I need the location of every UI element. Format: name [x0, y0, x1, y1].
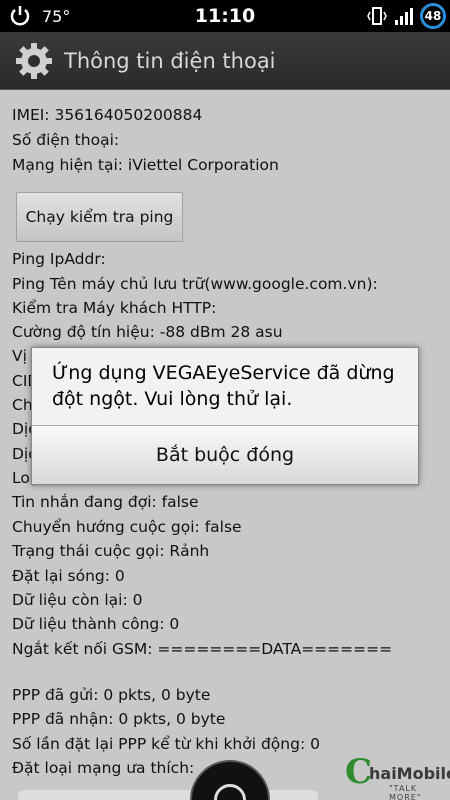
current-network-text: Mạng hiện tại: iViettel Corporation: [12, 156, 279, 174]
battery-percent: 48: [424, 9, 442, 23]
watermark-name: haiMobile: [369, 764, 450, 783]
status-bar: 75° 11:10 48: [0, 0, 450, 32]
radio-resets-text: Đặt lại sóng: 0: [12, 567, 125, 585]
call-state-text: Trạng thái cuộc gọi: Rảnh: [12, 542, 210, 560]
call-forward-text: Chuyển hướng cuộc gọi: false: [12, 518, 242, 536]
message-waiting-text: Tin nhắn đang đợi: false: [12, 493, 199, 511]
partial-line-ch: Ch: [12, 396, 33, 414]
ping-host-text: Ping Tên máy chủ lưu trữ(www.google.com.…: [12, 275, 378, 293]
partial-line-location: Vị: [12, 347, 27, 365]
home-ring-icon: [214, 784, 246, 800]
battery-level: 48: [420, 3, 446, 29]
watermark-tagline: "TALK MORE": [389, 784, 422, 800]
app-title-bar: Thông tin điện thoại: [0, 32, 450, 90]
signal-strength-text: Cường độ tín hiệu: -88 dBm 28 asu: [12, 323, 283, 341]
watermark-logo: C haiMobile "TALK MORE": [345, 752, 450, 800]
run-ping-test-button[interactable]: Chạy kiểm tra ping: [16, 192, 183, 242]
page-title: Thông tin điện thoại: [64, 48, 276, 73]
force-close-button[interactable]: Bắt buộc đóng: [32, 426, 418, 484]
dialog-message: Ứng dụng VEGAEyeService đã dừng đột ngột…: [52, 362, 395, 410]
ppp-received-text: PPP đã nhận: 0 pkts, 0 byte: [12, 710, 226, 728]
gsm-disconnect-text: Ngắt kết nối GSM: ========DATA=======: [12, 640, 393, 658]
phone-number-text: Số điện thoại:: [12, 131, 120, 149]
signal-strength-icon: [395, 8, 413, 25]
settings-gear-icon: [16, 42, 52, 79]
data-remaining-text: Dữ liệu còn lại: 0: [12, 591, 143, 609]
ppp-sent-text: PPP đã gửi: 0 pkts, 0 byte: [12, 686, 211, 704]
force-close-dialog: Ứng dụng VEGAEyeService đã dừng đột ngột…: [31, 347, 419, 485]
http-client-test-text: Kiểm tra Máy khách HTTP:: [12, 299, 217, 317]
ping-ip-text: Ping IpAddr:: [12, 250, 106, 268]
preferred-network-text: Đặt loại mạng ưa thích:: [12, 759, 195, 777]
ppp-resets-text: Số lần đặt lại PPP kể từ khi khởi động: …: [12, 735, 320, 753]
watermark-c-glyph: C: [345, 752, 373, 792]
data-success-text: Dữ liệu thành công: 0: [12, 615, 180, 633]
vibrate-icon: [367, 7, 387, 25]
status-right: 48: [366, 3, 446, 29]
network-type-spinner[interactable]: [18, 790, 318, 800]
imei-text: IMEI: 356164050200884: [12, 106, 203, 124]
